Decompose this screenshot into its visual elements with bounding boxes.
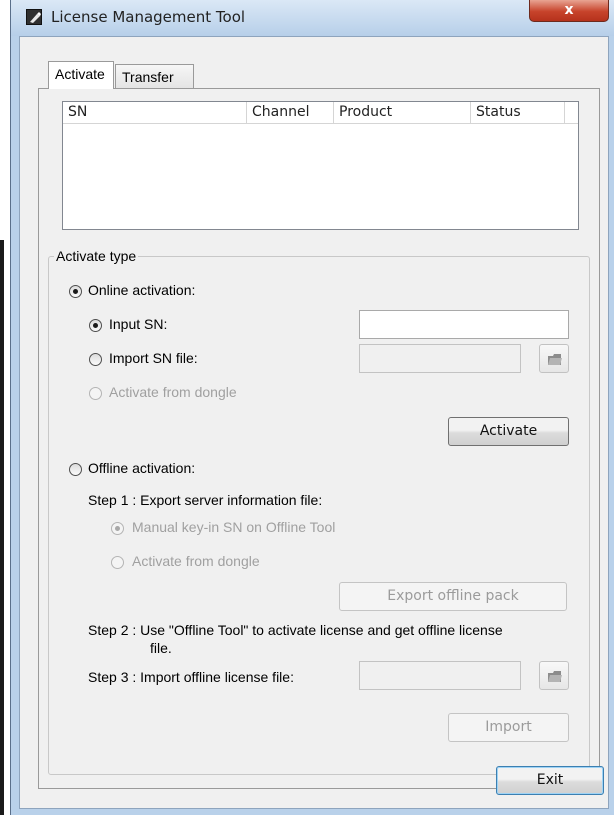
import-sn-file-radio[interactable] xyxy=(89,353,102,366)
app-icon xyxy=(26,9,42,25)
import-sn-file-label: Import SN file: xyxy=(109,350,198,366)
dialog-client-area: Activate Transfer SN Channel Product Sta… xyxy=(19,36,609,809)
tab-transfer-label: Transfer xyxy=(122,69,174,85)
import-button[interactable]: Import xyxy=(448,713,569,742)
online-dongle-label: Activate from dongle xyxy=(109,384,237,400)
browse-offline-license-button[interactable] xyxy=(539,661,569,690)
list-header: SN Channel Product Status xyxy=(63,102,578,124)
column-header-product[interactable]: Product xyxy=(334,102,471,124)
folder-open-icon xyxy=(548,354,562,365)
step2-label: Step 2 : Use "Offline Tool" to activate … xyxy=(88,622,503,638)
online-activation-radio[interactable] xyxy=(69,285,82,298)
column-header-channel[interactable]: Channel xyxy=(247,102,334,124)
tab-activate-label: Activate xyxy=(55,66,105,82)
activate-type-group: Activate type Online activation: Input S… xyxy=(48,248,590,775)
close-button[interactable]: x xyxy=(529,0,609,22)
online-dongle-radio[interactable] xyxy=(89,387,102,400)
license-list[interactable]: SN Channel Product Status xyxy=(62,101,579,230)
manual-keyin-label: Manual key-in SN on Offline Tool xyxy=(132,519,336,535)
step2-label-continued: file. xyxy=(150,640,172,656)
offline-activation-label: Offline activation: xyxy=(88,460,196,476)
step3-label: Step 3 : Import offline license file: xyxy=(88,669,294,685)
window-title: License Management Tool xyxy=(51,8,246,26)
tab-activate[interactable]: Activate xyxy=(48,61,114,89)
input-sn-field[interactable] xyxy=(359,310,569,339)
input-sn-label: Input SN: xyxy=(109,316,168,332)
exit-button[interactable]: Exit xyxy=(496,766,604,795)
activate-button[interactable]: Activate xyxy=(448,417,569,446)
background-window-edge xyxy=(0,240,4,815)
column-header-status[interactable]: Status xyxy=(471,102,565,124)
offline-activation-radio[interactable] xyxy=(69,463,82,476)
tab-transfer[interactable]: Transfer xyxy=(115,64,194,91)
title-bar[interactable]: License Management Tool x xyxy=(11,0,614,36)
license-management-window: License Management Tool x Activate Trans… xyxy=(10,0,614,815)
folder-open-icon xyxy=(548,671,562,682)
manual-keyin-radio[interactable] xyxy=(111,522,124,535)
input-sn-radio[interactable] xyxy=(89,319,102,332)
close-icon: x xyxy=(564,2,574,18)
offline-dongle-radio[interactable] xyxy=(111,556,124,569)
export-offline-pack-button[interactable]: Export offline pack xyxy=(339,582,567,611)
activate-tab-panel: SN Channel Product Status Activate type … xyxy=(38,88,600,789)
offline-license-file-field[interactable] xyxy=(359,661,521,690)
sn-file-path-field[interactable] xyxy=(359,344,521,373)
step1-label: Step 1 : Export server information file: xyxy=(88,492,323,508)
group-legend: Activate type xyxy=(54,248,139,264)
offline-dongle-label: Activate from dongle xyxy=(132,553,260,569)
online-activation-label: Online activation: xyxy=(88,282,196,298)
browse-sn-file-button[interactable] xyxy=(539,344,569,373)
column-header-sn[interactable]: SN xyxy=(63,102,247,124)
